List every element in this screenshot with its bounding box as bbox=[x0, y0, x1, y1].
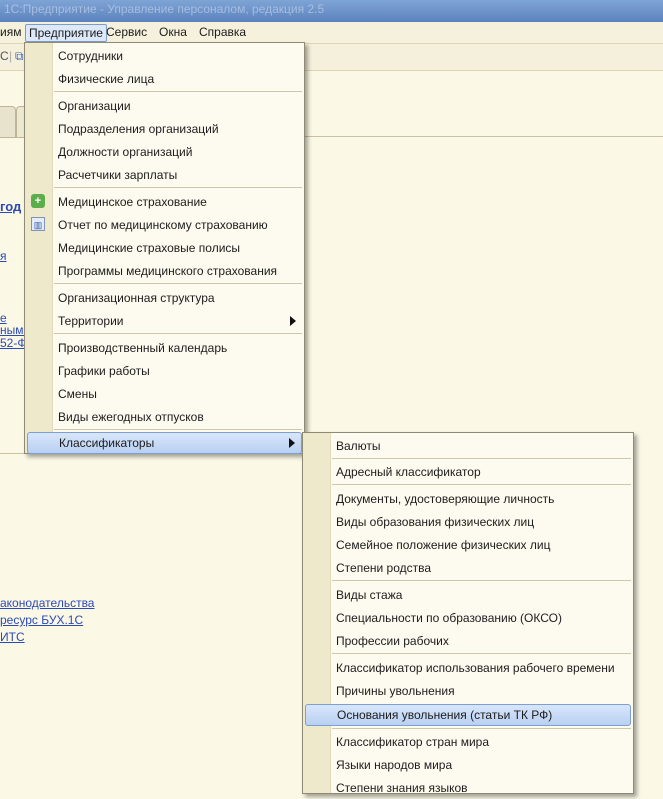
desktop-link[interactable]: я bbox=[0, 249, 7, 263]
window-title-bar: 1С:Предприятие - Управление персоналом, … bbox=[0, 0, 663, 22]
menu-item-employees[interactable]: Сотрудники bbox=[27, 45, 302, 67]
menu-item-kinship-degrees[interactable]: Степени родства bbox=[305, 557, 631, 579]
menu-item-marital-status[interactable]: Семейное положение физических лиц bbox=[305, 534, 631, 556]
menu-item-positions[interactable]: Должности организаций bbox=[27, 141, 302, 163]
report-chart-icon: ▥ bbox=[31, 217, 45, 231]
desktop-link-its[interactable]: ИТС bbox=[0, 630, 25, 644]
menu-item-org-structure[interactable]: Организационная структура bbox=[27, 287, 302, 309]
menu-service[interactable]: Сервис bbox=[106, 25, 147, 39]
toolbar-separator: | bbox=[9, 49, 13, 63]
menu-separator bbox=[54, 187, 302, 188]
menu-item-countries-classifier[interactable]: Классификатор стран мира bbox=[305, 731, 631, 753]
menu-item-production-calendar[interactable]: Производственный календарь bbox=[27, 337, 302, 359]
enterprise-menu: Сотрудники Физические лица Организации П… bbox=[24, 42, 305, 454]
menu-item-organizations[interactable]: Организации bbox=[27, 95, 302, 117]
menu-windows[interactable]: Окна bbox=[159, 25, 187, 39]
menu-item-medical-insurance[interactable]: + Медицинское страхование bbox=[27, 191, 302, 213]
menu-item-address-classifier[interactable]: Адресный классификатор bbox=[305, 461, 631, 483]
menu-separator bbox=[332, 728, 631, 729]
menu-item-id-documents[interactable]: Документы, удостоверяющие личность bbox=[305, 488, 631, 510]
menu-separator bbox=[54, 91, 302, 92]
menu-item-language-proficiency[interactable]: Степени знания языков bbox=[305, 777, 631, 799]
desktop-link-year[interactable]: год bbox=[0, 199, 21, 214]
menu-item-classifiers[interactable]: Классификаторы bbox=[27, 432, 302, 454]
menu-item-label: Классификаторы bbox=[59, 436, 155, 450]
menu-item-shifts[interactable]: Смены bbox=[27, 383, 302, 405]
menu-separator bbox=[332, 458, 631, 459]
menu-item-territories[interactable]: Территории bbox=[27, 310, 302, 332]
menu-item-currencies[interactable]: Валюты bbox=[305, 435, 631, 457]
menu-item-work-schedules[interactable]: Графики работы bbox=[27, 360, 302, 382]
menu-separator bbox=[332, 580, 631, 581]
menu-item-education-types[interactable]: Виды образования физических лиц bbox=[305, 511, 631, 533]
menu-truncated[interactable]: иям bbox=[0, 25, 21, 39]
menu-separator bbox=[54, 283, 302, 284]
menu-bar: иям Предприятие Сервис Окна Справка bbox=[0, 22, 663, 44]
menu-item-individuals[interactable]: Физические лица bbox=[27, 68, 302, 90]
menu-item-medical-report[interactable]: ▥ Отчет по медицинскому страхованию bbox=[27, 214, 302, 236]
desktop-link-legislation[interactable]: аконодательства bbox=[0, 596, 94, 610]
menu-item-education-specialties[interactable]: Специальности по образованию (ОКСО) bbox=[305, 607, 631, 629]
submenu-arrow-icon bbox=[290, 316, 296, 326]
menu-item-medical-policies[interactable]: Медицинские страховые полисы bbox=[27, 237, 302, 259]
menu-item-departments[interactable]: Подразделения организаций bbox=[27, 118, 302, 140]
menu-separator bbox=[54, 333, 302, 334]
menu-separator bbox=[332, 653, 631, 654]
menu-item-dismissal-grounds[interactable]: Основания увольнения (статьи ТК РФ) bbox=[305, 704, 631, 726]
desktop-link-buh1c[interactable]: ресурс БУХ.1С bbox=[0, 613, 83, 627]
menu-help[interactable]: Справка bbox=[199, 25, 246, 39]
menu-separator bbox=[332, 484, 631, 485]
menu-item-work-time-classifier[interactable]: Классификатор использования рабочего вре… bbox=[305, 657, 631, 679]
menu-item-payroll-clerks[interactable]: Расчетчики зарплаты bbox=[27, 164, 302, 186]
menu-item-label: Территории bbox=[58, 314, 124, 328]
menu-item-dismissal-reasons[interactable]: Причины увольнения bbox=[305, 680, 631, 702]
window-title: 1С:Предприятие - Управление персоналом, … bbox=[4, 2, 325, 16]
menu-item-medical-programs[interactable]: Программы медицинского страхования bbox=[27, 260, 302, 282]
menu-item-experience-types[interactable]: Виды стажа bbox=[305, 584, 631, 606]
desktop-link-52fz[interactable]: 52-Ф bbox=[0, 336, 26, 350]
submenu-arrow-icon bbox=[289, 438, 295, 448]
menu-item-worker-professions[interactable]: Профессии рабочих bbox=[305, 630, 631, 652]
plus-shield-icon: + bbox=[31, 194, 45, 208]
menu-enterprise[interactable]: Предприятие bbox=[25, 24, 107, 42]
copy-icon[interactable]: ⧉ bbox=[15, 49, 24, 64]
menu-separator bbox=[54, 429, 302, 430]
classifiers-submenu: Валюты Адресный классификатор Документы,… bbox=[302, 432, 634, 795]
menu-item-label: Медицинское страхование bbox=[58, 195, 207, 209]
toolbar-button[interactable]: С bbox=[0, 49, 9, 63]
menu-item-vacation-types[interactable]: Виды ежегодных отпусков bbox=[27, 406, 302, 428]
divider bbox=[0, 453, 24, 454]
menu-item-world-languages[interactable]: Языки народов мира bbox=[305, 754, 631, 776]
tab-home[interactable] bbox=[0, 106, 16, 138]
menu-item-label: Отчет по медицинскому страхованию bbox=[58, 218, 268, 232]
